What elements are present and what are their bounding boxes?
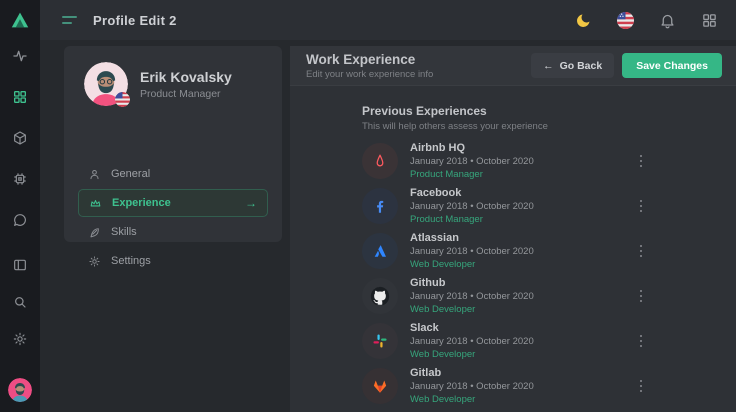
gear-icon	[88, 255, 101, 268]
menu-item-label: General	[111, 168, 150, 180]
job-role: Web Developer	[410, 394, 534, 405]
slack-logo	[362, 323, 398, 359]
company-name: Github	[410, 277, 534, 289]
panel-body: Previous Experiences This will help othe…	[290, 86, 736, 404]
menu-item-label: Settings	[111, 255, 151, 267]
dashboard-grid-icon[interactable]	[12, 89, 28, 105]
arrow-left-icon: ←	[543, 60, 554, 72]
date-range: January 2018 • October 2020	[410, 381, 534, 392]
avatar	[84, 62, 128, 106]
arrow-right-icon: →	[245, 196, 257, 210]
menu-item-settings[interactable]: Settings	[78, 247, 268, 275]
feather-icon	[88, 226, 101, 239]
us-flag-icon[interactable]	[617, 12, 634, 29]
header-actions	[575, 12, 718, 29]
apps-grid-icon[interactable]	[701, 12, 718, 29]
menu-item-label: Experience	[112, 197, 171, 209]
experience-info: Slack January 2018 • October 2020 Web De…	[410, 322, 534, 360]
app-header: Profile Edit 2	[40, 0, 736, 40]
triangle-logo-icon	[9, 9, 31, 31]
user-icon	[88, 168, 101, 181]
cpu-icon[interactable]	[12, 171, 28, 187]
menu-item-label: Skills	[111, 226, 137, 238]
experience-options-button[interactable]	[636, 151, 647, 172]
app-logo[interactable]	[0, 0, 40, 40]
atlassian-logo	[362, 233, 398, 269]
experience-info: Facebook January 2018 • October 2020 Pro…	[410, 187, 534, 225]
github-logo	[362, 278, 398, 314]
company-name: Atlassian	[410, 232, 534, 244]
panel-title: Work Experience	[306, 52, 433, 67]
work-experience-panel: Work Experience Edit your work experienc…	[290, 46, 736, 412]
profile-menu: General Experience → Skills Settings	[78, 160, 268, 276]
menu-item-skills[interactable]: Skills	[78, 218, 268, 246]
bell-icon[interactable]	[659, 12, 676, 29]
chat-icon[interactable]	[12, 212, 28, 228]
menu-toggle-icon[interactable]	[62, 16, 77, 24]
company-name: Airbnb HQ	[410, 142, 534, 154]
profile-name: Erik Kovalsky	[140, 69, 232, 85]
avatar-image-small	[8, 378, 32, 402]
search-icon[interactable]	[12, 294, 28, 310]
experience-options-button[interactable]	[636, 331, 647, 352]
activity-icon[interactable]	[12, 48, 28, 64]
us-flag-badge-icon	[115, 92, 130, 107]
experience-options-button[interactable]	[636, 376, 647, 397]
go-back-button[interactable]: ← Go Back	[531, 53, 614, 78]
experience-info: Gitlab January 2018 • October 2020 Web D…	[410, 367, 534, 405]
experience-options-button[interactable]	[636, 286, 647, 307]
experience-list: Airbnb HQ January 2018 • October 2020 Pr…	[362, 143, 646, 404]
facebook-logo	[362, 188, 398, 224]
crown-icon	[89, 197, 102, 210]
section-title: Previous Experiences	[362, 104, 736, 118]
experience-item-gitlab: Gitlab January 2018 • October 2020 Web D…	[362, 368, 646, 404]
profile-role: Product Manager	[140, 88, 232, 100]
experience-item-airbnb: Airbnb HQ January 2018 • October 2020 Pr…	[362, 143, 646, 179]
save-changes-button[interactable]: Save Changes	[622, 53, 722, 78]
date-range: January 2018 • October 2020	[410, 201, 534, 212]
experience-info: Github January 2018 • October 2020 Web D…	[410, 277, 534, 315]
layout-icon[interactable]	[12, 257, 28, 273]
company-name: Gitlab	[410, 367, 534, 379]
section-subtitle: This will help others assess your experi…	[362, 121, 736, 132]
profile-head: Erik Kovalsky Product Manager	[64, 46, 282, 106]
panel-subtitle: Edit your work experience info	[306, 69, 433, 80]
job-role: Product Manager	[410, 169, 534, 180]
experience-options-button[interactable]	[636, 241, 647, 262]
experience-item-github: Github January 2018 • October 2020 Web D…	[362, 278, 646, 314]
date-range: January 2018 • October 2020	[410, 156, 534, 167]
menu-item-general[interactable]: General	[78, 160, 268, 188]
go-back-label: Go Back	[560, 60, 603, 72]
left-rail	[0, 0, 40, 412]
menu-item-experience[interactable]: Experience →	[78, 189, 268, 217]
job-role: Web Developer	[410, 304, 534, 315]
profile-card: Erik Kovalsky Product Manager General Ex…	[64, 46, 282, 242]
job-role: Product Manager	[410, 214, 534, 225]
job-role: Web Developer	[410, 259, 534, 270]
gear-icon[interactable]	[12, 331, 28, 347]
panel-header: Work Experience Edit your work experienc…	[290, 46, 736, 86]
cube-icon[interactable]	[12, 130, 28, 146]
job-role: Web Developer	[410, 349, 534, 360]
date-range: January 2018 • October 2020	[410, 336, 534, 347]
experience-item-atlassian: Atlassian January 2018 • October 2020 We…	[362, 233, 646, 269]
gitlab-logo	[362, 368, 398, 404]
profile-identity: Erik Kovalsky Product Manager	[140, 69, 232, 100]
page-title: Profile Edit 2	[93, 13, 177, 28]
save-changes-label: Save Changes	[636, 60, 708, 72]
experience-info: Airbnb HQ January 2018 • October 2020 Pr…	[410, 142, 534, 180]
experience-info: Atlassian January 2018 • October 2020 We…	[410, 232, 534, 270]
panel-title-group: Work Experience Edit your work experienc…	[306, 52, 433, 80]
moon-icon[interactable]	[575, 12, 592, 29]
airbnb-logo	[362, 143, 398, 179]
user-avatar[interactable]	[8, 378, 32, 402]
experience-item-facebook: Facebook January 2018 • October 2020 Pro…	[362, 188, 646, 224]
experience-item-slack: Slack January 2018 • October 2020 Web De…	[362, 323, 646, 359]
date-range: January 2018 • October 2020	[410, 246, 534, 257]
date-range: January 2018 • October 2020	[410, 291, 534, 302]
company-name: Facebook	[410, 187, 534, 199]
experience-options-button[interactable]	[636, 196, 647, 217]
company-name: Slack	[410, 322, 534, 334]
